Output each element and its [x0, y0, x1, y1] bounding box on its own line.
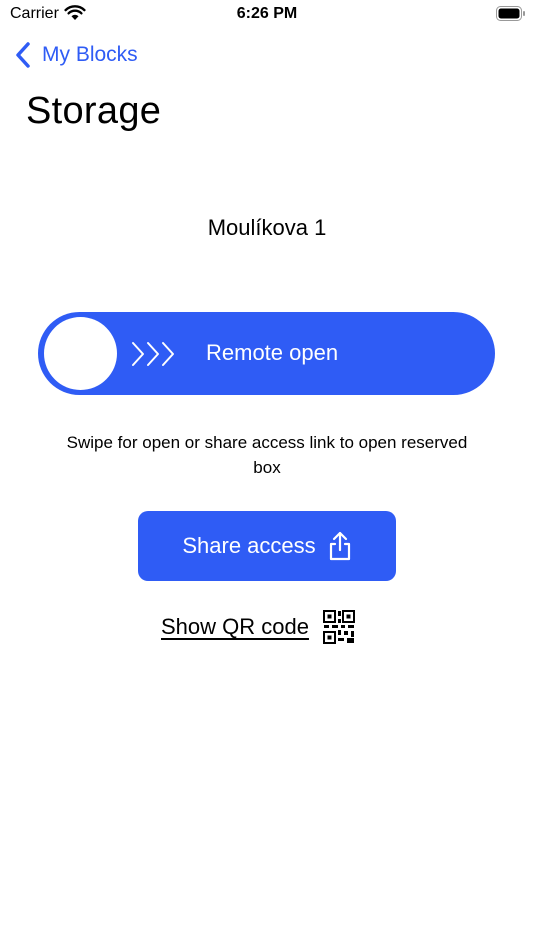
slider-label: Remote open — [206, 340, 339, 365]
status-bar: Carrier 6:26 PM — [0, 0, 534, 30]
status-time: 6:26 PM — [236, 5, 298, 22]
location-name: Moulíkova 1 — [207, 215, 327, 240]
back-button-label: My Blocks — [42, 43, 138, 66]
battery-icon — [496, 6, 525, 21]
triple-chevron-right-icon — [132, 342, 174, 366]
page-title: Storage — [26, 90, 162, 132]
back-button[interactable]: My Blocks — [14, 40, 138, 70]
show-qr-code-label: Show QR code — [161, 614, 309, 639]
show-qr-code-link[interactable]: Show QR code — [161, 610, 355, 644]
chevron-left-icon — [16, 42, 30, 68]
qr-code-icon — [322, 610, 355, 644]
share-upload-icon — [329, 531, 350, 561]
remote-open-slider[interactable]: Remote open — [38, 312, 495, 395]
share-access-button[interactable]: Share access — [138, 511, 396, 581]
share-access-label: Share access — [182, 533, 316, 558]
instruction-text: Swipe for open or share access link to o… — [66, 433, 468, 477]
slider-knob[interactable] — [44, 317, 117, 390]
